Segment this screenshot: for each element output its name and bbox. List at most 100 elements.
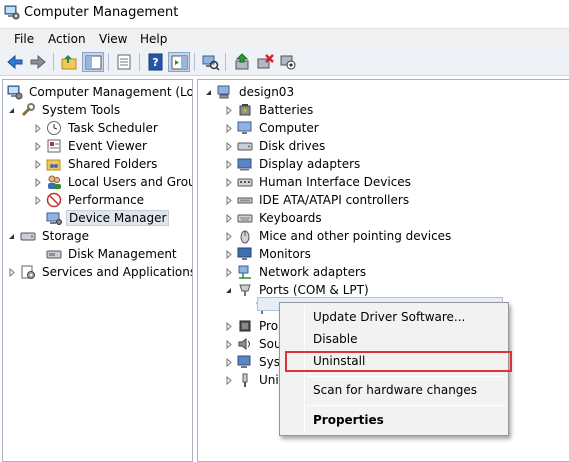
hid-icon xyxy=(237,174,253,190)
device-category-hid[interactable]: Human Interface Devices xyxy=(224,173,413,191)
collapsed-arrow-icon[interactable] xyxy=(224,177,233,187)
tree-item-label: Shared Folders xyxy=(68,157,158,171)
device-category-label: Pro xyxy=(259,319,279,333)
ide-controller-icon xyxy=(237,192,253,208)
users-icon xyxy=(46,174,62,190)
scan-hardware-icon[interactable] xyxy=(199,52,221,72)
expanded-arrow-icon[interactable] xyxy=(224,286,233,295)
device-category-display-adapters[interactable]: Display adapters xyxy=(224,155,362,173)
collapsed-arrow-icon[interactable] xyxy=(33,195,42,205)
tree-root[interactable]: Computer Management (Local xyxy=(7,83,192,101)
toolbar-separator xyxy=(139,53,140,71)
tree-item-shared-folders[interactable]: Shared Folders xyxy=(33,155,159,173)
expanded-arrow-icon[interactable] xyxy=(7,106,16,115)
menu-item-scan-hardware[interactable]: Scan for hardware changes xyxy=(313,383,477,397)
device-category-network[interactable]: Network adapters xyxy=(224,263,368,281)
toolbar-separator xyxy=(194,53,195,71)
tree-item-disk-management[interactable]: Disk Management xyxy=(33,245,179,263)
tree-item-event-viewer[interactable]: Event Viewer xyxy=(33,137,149,155)
device-category-processors[interactable]: Pro xyxy=(224,317,280,335)
collapsed-arrow-icon[interactable] xyxy=(224,249,233,259)
collapsed-arrow-icon[interactable] xyxy=(224,105,233,115)
device-category-system[interactable]: Sys xyxy=(224,353,282,371)
storage-icon xyxy=(20,228,36,244)
battery-icon xyxy=(237,102,253,118)
svg-text:?: ? xyxy=(152,56,158,69)
collapsed-arrow-icon[interactable] xyxy=(224,159,233,169)
collapsed-arrow-icon[interactable] xyxy=(33,159,42,169)
tree-item-device-manager[interactable]: Device Manager xyxy=(33,209,170,227)
help-icon[interactable]: ? xyxy=(145,52,167,72)
menu-item-disable[interactable]: Disable xyxy=(313,332,358,346)
menu-action[interactable]: Action xyxy=(44,31,90,47)
device-category-computer[interactable]: Computer xyxy=(224,119,321,137)
disk-drive-icon xyxy=(237,138,253,154)
device-category-label: Monitors xyxy=(259,247,311,261)
menu-item-properties[interactable]: Properties xyxy=(313,413,384,427)
device-category-ide[interactable]: IDE ATA/ATAPI controllers xyxy=(224,191,411,209)
expanded-arrow-icon[interactable] xyxy=(204,88,213,97)
collapsed-arrow-icon[interactable] xyxy=(224,195,233,205)
menu-help[interactable]: Help xyxy=(136,31,171,47)
properties-icon[interactable] xyxy=(113,52,135,72)
usb-icon xyxy=(237,372,253,388)
collapsed-arrow-icon[interactable] xyxy=(224,231,233,241)
collapsed-arrow-icon[interactable] xyxy=(224,357,233,367)
collapsed-arrow-icon[interactable] xyxy=(224,339,233,349)
device-category-label: Keyboards xyxy=(259,211,322,225)
uninstall-icon[interactable] xyxy=(254,52,276,72)
menu-item-update-driver[interactable]: Update Driver Software... xyxy=(313,310,465,324)
device-category-mice[interactable]: Mice and other pointing devices xyxy=(224,227,453,245)
tree-item-system-tools[interactable]: System Tools xyxy=(7,101,122,119)
action-pane-icon[interactable] xyxy=(168,52,190,72)
collapsed-arrow-icon[interactable] xyxy=(7,267,16,277)
tree-item-label: Disk Management xyxy=(68,247,177,261)
show-hide-tree-icon[interactable] xyxy=(82,52,104,72)
menu-view[interactable]: View xyxy=(95,31,131,47)
collapsed-arrow-icon[interactable] xyxy=(224,123,233,133)
expanded-arrow-icon[interactable] xyxy=(7,232,16,241)
network-adapter-icon xyxy=(237,264,253,280)
collapsed-arrow-icon[interactable] xyxy=(33,141,42,151)
tree-item-services-applications[interactable]: Services and Applications xyxy=(7,263,192,281)
device-category-monitors[interactable]: Monitors xyxy=(224,245,313,263)
clock-icon xyxy=(46,120,62,136)
device-category-keyboards[interactable]: Keyboards xyxy=(224,209,324,227)
tree-item-label: Event Viewer xyxy=(68,139,147,153)
computer-management-icon xyxy=(7,84,23,100)
back-icon[interactable] xyxy=(4,52,26,72)
device-category-label: Display adapters xyxy=(259,157,361,171)
mouse-icon xyxy=(237,228,253,244)
collapsed-arrow-icon[interactable] xyxy=(224,213,233,223)
collapsed-arrow-icon[interactable] xyxy=(224,267,233,277)
shared-folder-icon xyxy=(46,156,62,172)
collapsed-arrow-icon[interactable] xyxy=(33,123,42,133)
disable-icon[interactable] xyxy=(277,52,299,72)
disk-management-icon xyxy=(46,246,62,262)
collapsed-arrow-icon[interactable] xyxy=(224,375,233,385)
device-category-disk-drives[interactable]: Disk drives xyxy=(224,137,327,155)
device-root-label: design03 xyxy=(239,85,295,99)
collapsed-arrow-icon[interactable] xyxy=(224,141,233,151)
tree-item-performance[interactable]: Performance xyxy=(33,191,146,209)
tree-item-label: Local Users and Groups xyxy=(68,175,192,189)
menu-item-uninstall[interactable]: Uninstall xyxy=(313,354,365,368)
tree-item-task-scheduler[interactable]: Task Scheduler xyxy=(33,119,160,137)
tree-item-storage[interactable]: Storage xyxy=(7,227,91,245)
collapsed-arrow-icon[interactable] xyxy=(224,321,233,331)
title-bar: Computer Management xyxy=(0,0,569,26)
console-tree-pane[interactable]: Computer Management (Local System Tools … xyxy=(2,79,193,462)
device-category-usb[interactable]: Uni xyxy=(224,371,281,389)
device-root[interactable]: design03 xyxy=(204,83,296,101)
tree-item-local-users[interactable]: Local Users and Groups xyxy=(33,173,192,191)
menu-file[interactable]: File xyxy=(10,31,38,47)
forward-icon[interactable] xyxy=(27,52,49,72)
speaker-icon xyxy=(237,336,253,352)
update-driver-icon[interactable] xyxy=(231,52,253,72)
system-tools-icon xyxy=(20,102,36,118)
collapsed-arrow-icon[interactable] xyxy=(33,177,42,187)
display-adapter-icon xyxy=(237,156,253,172)
device-category-sound[interactable]: Sou xyxy=(224,335,284,353)
device-category-batteries[interactable]: Batteries xyxy=(224,101,315,119)
up-folder-icon[interactable] xyxy=(58,52,80,72)
